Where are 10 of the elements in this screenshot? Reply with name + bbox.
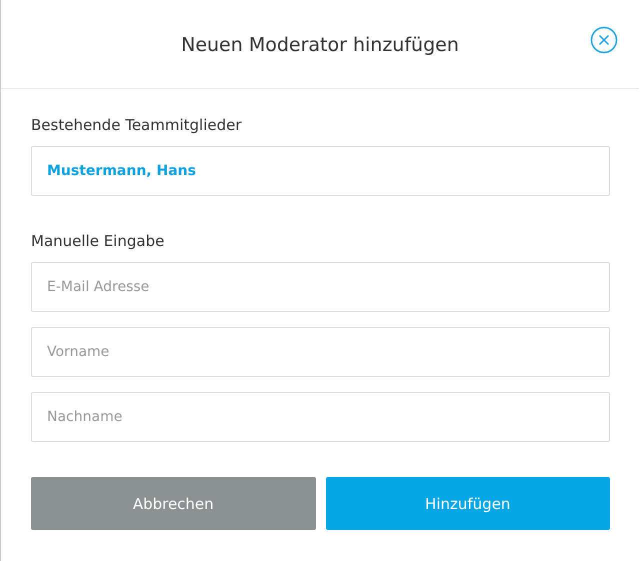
cancel-button[interactable]: Abbrechen <box>31 477 316 530</box>
input-field[interactable]: Vorname <box>31 327 610 377</box>
dialog-title: Neuen Moderator hinzufügen <box>181 34 459 56</box>
section-label: Bestehende Teammitglieder <box>31 116 243 134</box>
input-field[interactable]: E-Mail Adresse <box>31 262 610 312</box>
add-button[interactable]: Hinzufügen <box>326 477 610 530</box>
section-label: Manuelle Eingabe <box>31 232 166 250</box>
close-icon[interactable] <box>589 25 619 55</box>
input-field[interactable]: Nachname <box>31 392 610 442</box>
member-select-field[interactable]: Mustermann, Hans <box>31 146 610 196</box>
